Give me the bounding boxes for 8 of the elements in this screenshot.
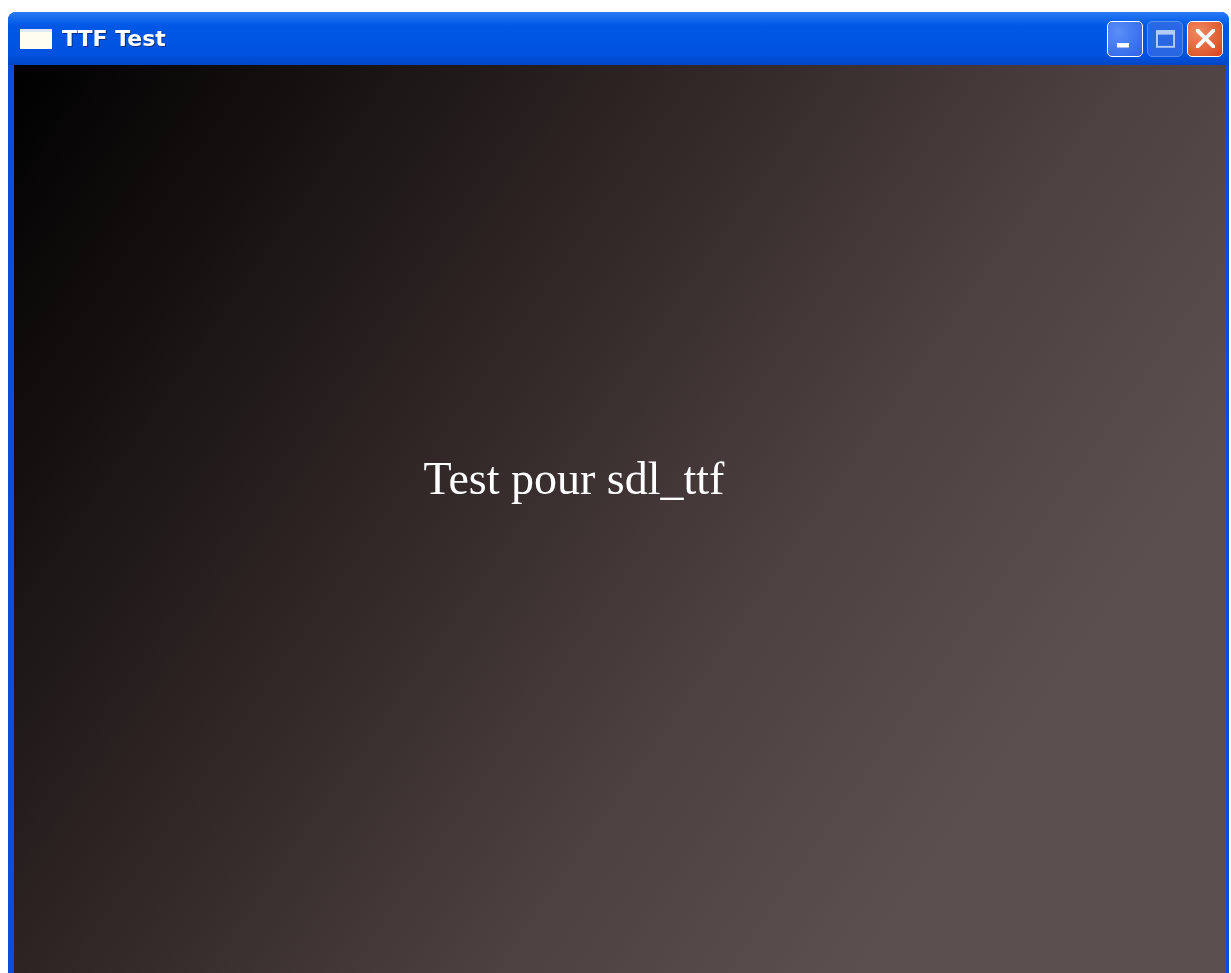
close-button[interactable] — [1187, 20, 1223, 57]
minimize-button[interactable] — [1107, 20, 1143, 57]
minimize-icon — [1117, 43, 1129, 48]
close-icon — [1195, 29, 1215, 48]
canvas-text: Test pour sdl_ttf — [423, 451, 725, 505]
maximize-icon — [1155, 29, 1175, 48]
window-title: TTF Test — [62, 26, 166, 51]
window-icon — [20, 28, 52, 49]
